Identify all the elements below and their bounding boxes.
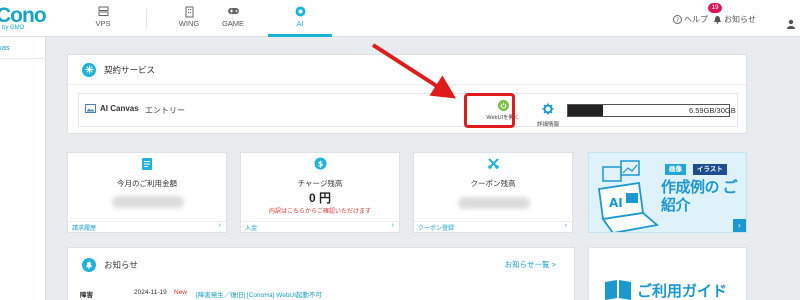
svg-text:$: $: [317, 160, 323, 169]
top-navigation-bar: ConoHa by GMO VPS WING GAME AI ? ヘルプ 19 …: [0, 0, 800, 37]
coupon-balance-card: クーポン残高 クーポン登録 ›: [413, 152, 573, 233]
chevron-right-icon[interactable]: ›: [392, 222, 394, 229]
help-link[interactable]: ? ヘルプ: [673, 14, 708, 25]
monthly-usage-card: 今月のご利用金額 請求履歴 ›: [67, 152, 227, 233]
card-footer: クーポン登録 ›: [414, 221, 572, 232]
deposit-link[interactable]: 入金: [245, 223, 257, 232]
laptop-illustration: AI: [597, 160, 660, 232]
card-footer: 入金 ›: [241, 221, 399, 232]
tab-vps-label: VPS: [95, 19, 111, 28]
tab-game-label: GAME: [221, 19, 245, 28]
news-link[interactable]: お知らせ: [713, 14, 756, 25]
highlight-box: [464, 93, 515, 128]
storage-usage-fill: [568, 105, 604, 116]
notification-badge: 19: [708, 3, 722, 13]
user-icon[interactable]: [786, 14, 796, 33]
charge-balance-card: $ チャージ残高 0 円 内訳はこちらからご確認いただけます 入金 ›: [240, 152, 400, 233]
service-row: AI Canvas エントリー WebUIを開く 詳細情報 6.59GB/30G…: [78, 93, 738, 128]
charge-balance-value: 0 円: [308, 191, 331, 205]
card-footer: 請求履歴 ›: [68, 221, 226, 232]
server-icon: [60, 6, 146, 18]
document-icon: [68, 157, 226, 171]
chevron-right-icon[interactable]: ›: [219, 222, 221, 229]
card-header: 契約サービス: [68, 55, 746, 85]
book-icon: [605, 280, 631, 300]
ai-icon: [268, 6, 332, 18]
examples-banner[interactable]: AI 画像 イラスト 作成例の ご紹介 ›: [588, 152, 747, 233]
news-category: 障害: [80, 292, 93, 299]
chevron-right-icon[interactable]: ›: [733, 219, 746, 232]
coupon-balance-title: クーポン残高: [470, 179, 516, 188]
help-label: ヘルプ: [684, 15, 708, 24]
card-header: お知らせ: [68, 248, 574, 282]
news-list-item[interactable]: 障害 2024-11-19 New [障害発生／復旧] [ConoHa] Web…: [80, 289, 322, 299]
new-badge: New: [174, 289, 188, 296]
masked-amount: [112, 196, 184, 208]
question-icon: ?: [673, 15, 682, 24]
details-label: 詳細情報: [536, 122, 559, 128]
news-title-link[interactable]: [障害発生／復旧] [ConoHa] WebUI起動不可: [196, 289, 322, 299]
section-title: 契約サービス: [104, 64, 156, 75]
image-icon: [85, 104, 96, 113]
section-title: お知らせ: [104, 260, 138, 270]
svg-text:AI: AI: [609, 196, 623, 210]
conoha-logo[interactable]: ConoHa by GMO: [0, 4, 46, 32]
user-guide-banner[interactable]: ご利用ガイド: [588, 247, 747, 300]
tab-vps[interactable]: VPS: [60, 0, 146, 37]
gear-icon: [542, 103, 554, 115]
sidebar-item-canvas[interactable]: vas: [0, 37, 45, 59]
charge-balance-title: チャージ残高: [297, 179, 343, 188]
charge-note: 内訳はこちらからご確認いただけます: [268, 209, 371, 215]
details-button[interactable]: 詳細情報: [535, 100, 561, 128]
contract-services-card: 契約サービス AI Canvas エントリー WebUIを開く 詳細情報 6.5…: [67, 54, 747, 134]
banner-title: 作成例の ご紹介: [661, 179, 738, 214]
chevron-right-icon[interactable]: ›: [565, 222, 567, 229]
logo-subtext: by GMO: [2, 25, 25, 31]
illustration-tag: イラスト: [693, 164, 727, 175]
service-name[interactable]: AI Canvas: [85, 104, 139, 113]
tab-game[interactable]: GAME: [190, 0, 276, 37]
sidebar: vas: [0, 37, 46, 300]
svg-text:?: ?: [676, 17, 679, 24]
masked-amount: [458, 197, 530, 209]
monthly-usage-title: 今月のご利用金額: [117, 179, 177, 188]
bell-icon: [82, 258, 96, 272]
tab-ai-label: AI: [296, 19, 304, 28]
sidebar-item-label: vas: [0, 43, 10, 52]
coin-icon: $: [241, 157, 399, 170]
news-date: 2024-11-19: [134, 289, 167, 296]
news-card: お知らせ お知らせ一覧 > 障害 2024-11-19 New [障害発生／復旧…: [67, 247, 575, 300]
service-plan: エントリー: [145, 106, 185, 115]
news-list-link[interactable]: お知らせ一覧 >: [505, 259, 556, 270]
ticket-icon: [414, 157, 572, 170]
tab-ai[interactable]: AI: [268, 0, 332, 37]
bell-icon: [714, 16, 721, 24]
billing-history-link[interactable]: 請求履歴: [72, 223, 96, 232]
coupon-register-link[interactable]: クーポン登録: [418, 223, 454, 232]
gamepad-icon: [190, 6, 276, 18]
image-tag: 画像: [665, 164, 686, 175]
news-label: お知らせ: [724, 15, 756, 24]
service-name-label: AI Canvas: [100, 104, 139, 113]
storage-usage-text: 6.59GB/30GB: [689, 106, 736, 115]
snowflake-icon: [82, 62, 96, 77]
guide-title: ご利用ガイド: [637, 283, 728, 300]
